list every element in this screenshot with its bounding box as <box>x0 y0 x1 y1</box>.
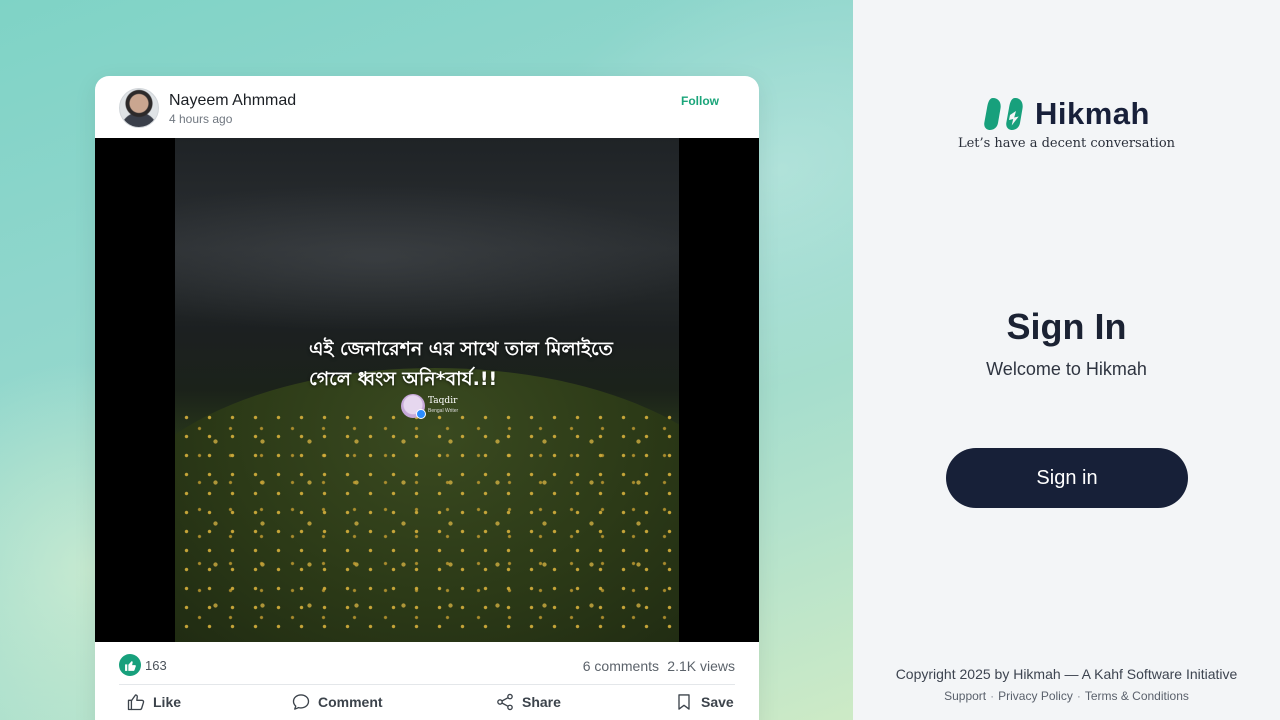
follow-button[interactable]: Follow <box>681 94 719 108</box>
stats-divider <box>119 684 735 685</box>
image-caption-line: গেলে ধ্বংস অনি*বার্য.!! <box>309 368 498 390</box>
bookmark-icon <box>678 694 690 710</box>
save-label: Save <box>701 694 734 710</box>
watermark-name: Taqdir <box>428 396 458 406</box>
post-image: এই জেনারেশন এর সাথে তাল মিলাইতে গেলে ধ্ব… <box>175 138 679 642</box>
brand-name: Hikmah <box>1035 96 1150 131</box>
post-media[interactable]: এই জেনারেশন এর সাথে তাল মিলাইতে গেলে ধ্ব… <box>95 138 759 642</box>
author-name[interactable]: Nayeem Ahmmad <box>169 92 296 110</box>
comment-label: Comment <box>318 694 383 710</box>
share-icon <box>497 693 513 711</box>
brand-tagline: Let’s have a decent conversation <box>957 136 1176 151</box>
signin-button[interactable]: Sign in <box>946 448 1188 508</box>
share-button[interactable]: Share <box>495 692 561 712</box>
post-timestamp: 4 hours ago <box>169 112 233 126</box>
footer-links: Support · Privacy Policy · Terms & Condition… <box>944 689 1189 703</box>
post-stats: 163 6 comments 2.1K views <box>95 642 759 690</box>
post-action-bar: Like Comment Share Save <box>95 690 759 720</box>
brand-header: Hikmah Let’s have a decent conversation <box>853 96 1280 151</box>
signin-title: Sign In <box>1006 306 1127 347</box>
comment-button[interactable]: Comment <box>291 692 383 712</box>
like-label: Like <box>153 694 182 710</box>
image-watermark: Taqdir Bengal Writer <box>401 394 459 419</box>
thumbs-up-icon <box>127 694 145 711</box>
author-avatar[interactable] <box>119 88 159 128</box>
comments-count[interactable]: 6 comments <box>583 658 659 674</box>
save-button[interactable]: Save <box>674 692 734 712</box>
signin-subtitle: Welcome to Hikmah <box>986 359 1147 379</box>
watermark-logo-icon <box>401 394 426 419</box>
support-link[interactable]: Support <box>944 689 986 703</box>
privacy-policy-link[interactable]: Privacy Policy <box>998 689 1073 703</box>
thumbs-up-badge-icon <box>119 654 141 676</box>
copyright-text: Copyright 2025 by Hikmah — A Kahf Softwa… <box>895 666 1238 682</box>
background-panel: Nayeem Ahmmad 4 hours ago Follow এই জেনা… <box>0 0 853 720</box>
views-count: 2.1K views <box>667 658 735 674</box>
like-button[interactable]: Like <box>126 692 181 712</box>
share-label: Share <box>522 694 561 710</box>
post-card: Nayeem Ahmmad 4 hours ago Follow এই জেনা… <box>95 76 759 720</box>
image-caption-line: এই জেনারেশন এর সাথে তাল মিলাইতে <box>309 338 613 360</box>
watermark-subtitle: Bengal Writer <box>428 408 459 414</box>
hikmah-logo-icon <box>984 98 1023 130</box>
image-caption: এই জেনারেশন এর সাথে তাল মিলাইতে গেলে ধ্ব… <box>309 334 629 394</box>
comment-bubble-icon <box>292 694 310 710</box>
signin-panel: Hikmah Let’s have a decent conversation … <box>853 0 1280 720</box>
likes-count[interactable]: 163 <box>145 658 167 673</box>
post-header: Nayeem Ahmmad 4 hours ago Follow <box>95 76 759 138</box>
terms-link[interactable]: Terms & Conditions <box>1085 689 1189 703</box>
